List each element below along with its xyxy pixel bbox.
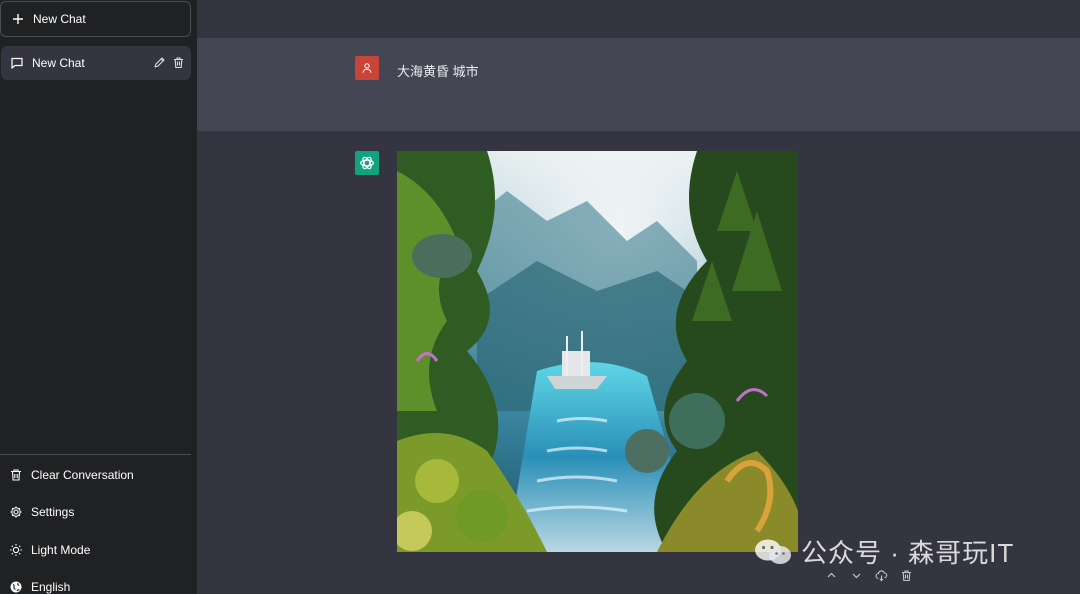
- plus-icon: [13, 14, 23, 24]
- sun-icon: [10, 544, 22, 556]
- chat-bubble-icon: [11, 57, 23, 69]
- clear-conversation-button[interactable]: Clear Conversation: [0, 459, 191, 491]
- user-icon: [362, 63, 372, 73]
- settings-label: Settings: [31, 505, 75, 519]
- user-avatar: [355, 56, 379, 80]
- chevron-up-icon[interactable]: [825, 569, 838, 582]
- clear-conversation-label: Clear Conversation: [31, 468, 134, 482]
- trash-icon[interactable]: [900, 569, 913, 582]
- openai-logo-icon: [360, 156, 374, 170]
- cloud-download-icon[interactable]: [875, 569, 888, 582]
- sidebar: New Chat New Chat Clear Conversation Set…: [0, 0, 197, 594]
- new-chat-label: New Chat: [33, 12, 86, 26]
- language-button[interactable]: English: [0, 571, 191, 594]
- user-message-text: 大海黄昏 城市: [397, 64, 479, 79]
- generated-image: [397, 151, 798, 552]
- light-mode-label: Light Mode: [31, 543, 91, 557]
- watermark: 公众号 · 森哥玩IT: [753, 533, 1014, 570]
- main-chat-area: 大海黄昏 城市 公众号 · 森哥玩IT: [197, 0, 1080, 594]
- conversation-label: New Chat: [32, 56, 85, 70]
- gear-icon: [10, 506, 22, 518]
- message-actions: [825, 569, 913, 582]
- top-bar: [197, 0, 1080, 38]
- new-chat-button[interactable]: New Chat: [0, 1, 191, 37]
- watermark-text: 公众号 · 森哥玩IT: [801, 538, 1015, 568]
- light-mode-button[interactable]: Light Mode: [0, 534, 191, 566]
- landscape-image: [397, 151, 798, 552]
- assistant-avatar: [355, 151, 379, 175]
- trash-icon[interactable]: [172, 56, 185, 69]
- trash-icon: [11, 469, 21, 481]
- settings-button[interactable]: Settings: [0, 496, 191, 528]
- pencil-icon[interactable]: [153, 56, 166, 69]
- wechat-logo-icon: [755, 539, 791, 564]
- globe-icon: [10, 581, 22, 593]
- sidebar-divider: [0, 454, 191, 455]
- user-message-row: 大海黄昏 城市: [197, 38, 1080, 131]
- conversation-item[interactable]: New Chat: [1, 46, 191, 80]
- language-label: English: [31, 580, 71, 594]
- chevron-down-icon[interactable]: [850, 569, 863, 582]
